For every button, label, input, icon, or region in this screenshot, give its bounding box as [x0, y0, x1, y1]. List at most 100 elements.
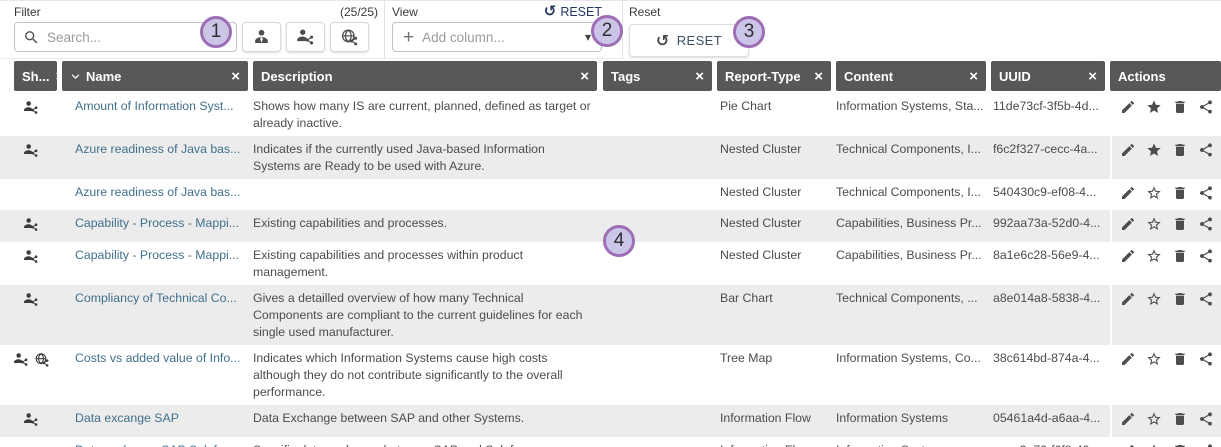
report-description: Shows how many IS are current, planned, …	[253, 93, 603, 136]
person-share-icon	[22, 100, 40, 121]
actions-cell	[1110, 93, 1221, 136]
delete-icon[interactable]	[1172, 411, 1188, 433]
column-header-description[interactable]: Description×	[253, 61, 597, 91]
delete-icon[interactable]	[1172, 248, 1188, 281]
reset-button[interactable]: ↺ RESET	[629, 24, 749, 57]
edit-icon[interactable]	[1120, 411, 1136, 433]
close-column-icon[interactable]: ×	[689, 68, 704, 85]
close-column-icon[interactable]: ×	[1082, 68, 1097, 85]
tags-cell	[603, 93, 717, 102]
column-header-content[interactable]: Content×	[836, 61, 986, 91]
report-name-link[interactable]: Capability - Process - Mappi...	[75, 216, 239, 230]
reset-button-label: RESET	[677, 33, 722, 48]
share-icon[interactable]	[1198, 216, 1214, 238]
name-cell: Data exchange SAP Saleforce	[62, 437, 253, 447]
share-icon[interactable]	[1198, 185, 1214, 206]
table-row: Data excange SAP Data Exchange between S…	[0, 405, 1221, 437]
globe-share-icon	[340, 28, 359, 47]
content-cell: Information Systems	[836, 405, 991, 431]
person-share-icon	[22, 249, 40, 270]
delete-icon[interactable]	[1172, 351, 1188, 401]
share-icon[interactable]	[1198, 248, 1214, 281]
report-name-link[interactable]: Amount of Information Syst...	[75, 99, 234, 113]
tags-cell	[603, 136, 717, 145]
column-header-report_type[interactable]: Report-Type×	[717, 61, 831, 91]
column-header-name[interactable]: Name×	[62, 61, 248, 91]
edit-icon[interactable]	[1120, 216, 1136, 238]
uuid-cell: 992aa73a-52d0-4...	[991, 210, 1110, 236]
report-name-link[interactable]: Costs vs added value of Info...	[75, 351, 240, 365]
report-name-link[interactable]: Data excange SAP	[75, 411, 179, 425]
undo-icon: ↺	[656, 33, 670, 49]
close-column-icon[interactable]: ×	[574, 68, 589, 85]
share-icon[interactable]	[1198, 411, 1214, 433]
report-name-link[interactable]: Capability - Process - Mappi...	[75, 248, 239, 262]
favorite-star-icon[interactable]	[1146, 248, 1162, 281]
close-column-icon[interactable]: ×	[808, 68, 823, 85]
favorite-star-icon[interactable]	[1146, 291, 1162, 341]
view-reset-link[interactable]: ↺ RESET	[544, 4, 602, 19]
report-name-link[interactable]: Data exchange SAP Saleforce	[75, 443, 241, 447]
edit-icon[interactable]	[1120, 185, 1136, 206]
share-icon[interactable]	[1198, 351, 1214, 401]
edit-icon[interactable]	[1120, 291, 1136, 341]
column-header-label: Sh...	[22, 69, 49, 84]
favorite-star-icon[interactable]	[1146, 443, 1162, 447]
table-row: Amount of Information Syst... Shows how …	[0, 93, 1221, 136]
column-header-label: Actions	[1118, 69, 1166, 84]
favorite-star-icon[interactable]	[1146, 411, 1162, 433]
close-column-icon[interactable]: ×	[225, 68, 240, 85]
share-icon[interactable]	[1198, 443, 1214, 447]
column-header-tags[interactable]: Tags×	[603, 61, 712, 91]
report-type-cell: Pie Chart	[717, 93, 836, 119]
delete-icon[interactable]	[1172, 291, 1188, 341]
name-cell: Azure readiness of Java bas...	[62, 179, 253, 205]
column-header-uuid[interactable]: UUID×	[991, 61, 1105, 91]
content-cell: Technical Components, I...	[836, 179, 991, 205]
column-header-shared[interactable]: Sh...×	[14, 61, 57, 91]
column-header-actions[interactable]: Actions	[1110, 61, 1221, 91]
edit-icon[interactable]	[1120, 351, 1136, 401]
report-name-link[interactable]: Azure readiness of Java bas...	[75, 185, 240, 199]
favorite-star-icon[interactable]	[1146, 142, 1162, 175]
report-description: Indicates which Information Systems caus…	[253, 345, 603, 405]
add-column-select[interactable]: + Add column... ▾	[392, 22, 602, 52]
edit-icon[interactable]	[1120, 248, 1136, 281]
report-description: Indicates if the currently used Java-bas…	[253, 136, 603, 179]
share-icon[interactable]	[1198, 142, 1214, 175]
person-share-icon	[296, 28, 315, 47]
share-icon[interactable]	[1198, 291, 1214, 341]
content-cell: Capabilities, Business Pr...	[836, 210, 991, 236]
content-cell: Information Systems	[836, 437, 991, 447]
favorite-star-icon[interactable]	[1146, 185, 1162, 206]
report-name-link[interactable]: Compliancy of Technical Co...	[75, 291, 237, 305]
tags-cell	[603, 285, 717, 294]
delete-icon[interactable]	[1172, 142, 1188, 175]
content-cell: Technical Components, ...	[836, 285, 991, 311]
delete-icon[interactable]	[1172, 185, 1188, 206]
edit-icon[interactable]	[1120, 443, 1136, 447]
uuid-cell: caaa3a72-f6f8-40...	[991, 437, 1110, 447]
filter-person-share-button[interactable]	[286, 22, 325, 52]
share-icon[interactable]	[1198, 99, 1214, 132]
actions-cell	[1110, 405, 1221, 437]
uuid-cell: 11de73cf-3f5b-4d...	[991, 93, 1110, 119]
report-description	[253, 179, 603, 188]
delete-icon[interactable]	[1172, 99, 1188, 132]
favorite-star-icon[interactable]	[1146, 99, 1162, 132]
shared-cell	[0, 437, 62, 447]
edit-icon[interactable]	[1120, 99, 1136, 132]
delete-icon[interactable]	[1172, 216, 1188, 238]
edit-icon[interactable]	[1120, 142, 1136, 175]
close-column-icon[interactable]: ×	[963, 68, 978, 85]
delete-icon[interactable]	[1172, 443, 1188, 447]
actions-cell	[1110, 345, 1221, 405]
report-name-link[interactable]: Azure readiness of Java bas...	[75, 142, 240, 156]
favorite-star-icon[interactable]	[1146, 351, 1162, 401]
report-type-cell: Tree Map	[717, 345, 836, 371]
filter-globe-share-button[interactable]	[330, 22, 369, 52]
favorite-star-icon[interactable]	[1146, 216, 1162, 238]
view-group: View ↺ RESET + Add column... ▾	[384, 1, 622, 59]
view-label: View	[392, 5, 418, 19]
filter-businessman-button[interactable]	[242, 22, 281, 52]
